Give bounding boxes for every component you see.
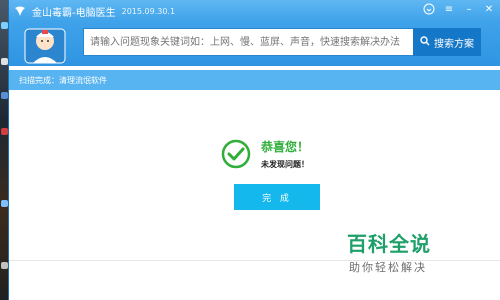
search-icon	[420, 35, 430, 49]
scan-result: 恭喜您！ 未发现问题！	[221, 138, 309, 170]
title-bar: 金山毒霸-电脑医生 2015.09.30.1 ≡ – ✕	[9, 0, 500, 22]
check-circle-icon	[221, 139, 251, 169]
app-version: 2015.09.30.1	[121, 6, 176, 16]
app-window: 金山毒霸-电脑医生 2015.09.30.1 ≡ – ✕ 请输入问题现象关键词如…	[8, 0, 500, 300]
window-controls: ≡ – ✕	[422, 3, 496, 17]
app-title: 金山毒霸-电脑医生	[32, 7, 116, 19]
watermark: 百科全说 助你轻松解决	[347, 228, 477, 275]
close-icon[interactable]: ✕	[482, 3, 496, 17]
desktop-icon[interactable]	[1, 92, 8, 99]
watermark-title: 百科全说	[347, 232, 431, 256]
search-button-label: 搜索方案	[434, 38, 474, 50]
menu-list-icon[interactable]: ≡	[442, 3, 456, 17]
scan-status-text: 扫描完成：清理流氓软件	[19, 75, 107, 85]
status-bar: 扫描完成：清理流氓软件	[9, 70, 500, 90]
desktop-icon[interactable]	[1, 128, 8, 135]
result-message: 未发现问题！	[261, 160, 309, 169]
doctor-avatar-icon	[23, 25, 67, 65]
minimize-icon[interactable]: –	[462, 3, 476, 17]
search-box	[83, 28, 413, 56]
desktop-icon[interactable]	[1, 200, 8, 207]
done-button[interactable]: 完 成	[234, 184, 320, 210]
menu-icon[interactable]	[422, 3, 436, 17]
desktop-icon[interactable]	[1, 58, 8, 65]
result-title: 恭喜您！	[261, 140, 310, 154]
search-header: 搜索方案	[9, 22, 500, 66]
search-input[interactable]	[84, 29, 413, 55]
desktop-icon[interactable]	[1, 22, 8, 29]
search-button[interactable]: 搜索方案	[413, 28, 481, 56]
desktop-icon[interactable]	[1, 262, 8, 269]
watermark-subtitle: 助你轻松解决	[349, 261, 427, 274]
duba-logo-icon	[13, 4, 27, 18]
